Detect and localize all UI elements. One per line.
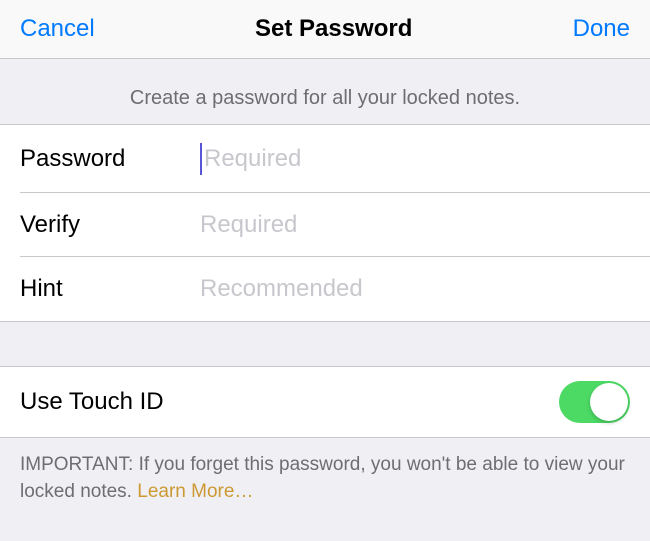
touchid-toggle[interactable] (559, 381, 630, 423)
text-cursor-icon (200, 143, 202, 175)
hint-label: Hint (20, 275, 200, 303)
nav-title: Set Password (255, 15, 412, 43)
nav-bar: Cancel Set Password Done (0, 0, 650, 59)
password-input-container[interactable]: Required (200, 143, 630, 175)
done-button[interactable]: Done (573, 15, 630, 43)
learn-more-link[interactable]: Learn More… (137, 481, 253, 502)
password-placeholder: Required (204, 145, 301, 173)
footer-note: IMPORTANT: If you forget this password, … (0, 438, 650, 519)
touchid-row: Use Touch ID (0, 366, 650, 438)
toggle-knob-icon (590, 383, 628, 421)
verify-row: Verify (0, 193, 650, 257)
verify-input[interactable] (200, 211, 630, 239)
cancel-button[interactable]: Cancel (20, 15, 95, 43)
section-spacer (0, 322, 650, 366)
footer-important-text: IMPORTANT: If you forget this password, … (20, 454, 625, 502)
hint-row: Hint (0, 257, 650, 322)
hint-input[interactable] (200, 275, 630, 303)
password-label: Password (20, 145, 200, 173)
section-header: Create a password for all your locked no… (0, 59, 650, 124)
touchid-label: Use Touch ID (20, 388, 164, 416)
password-row: Password Required (0, 125, 650, 193)
password-form-group: Password Required Verify Hint (0, 124, 650, 322)
verify-label: Verify (20, 211, 200, 239)
